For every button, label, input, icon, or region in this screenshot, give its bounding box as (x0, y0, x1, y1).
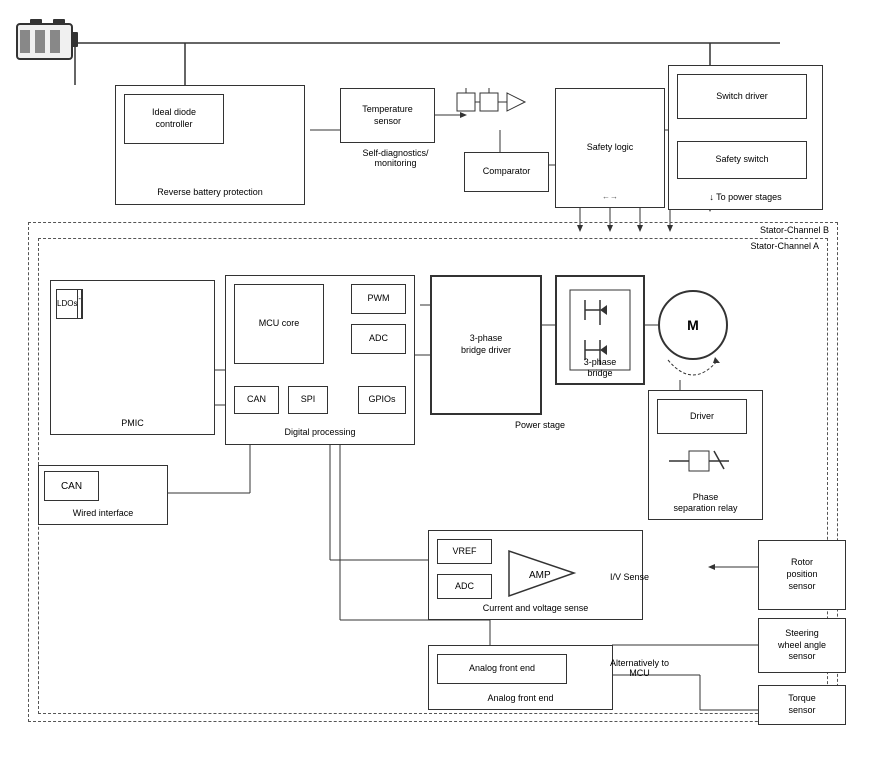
analog-front-end-label: Analog front end (429, 693, 612, 705)
pwm-block: PWM (351, 284, 406, 314)
spi-mcu-block: SPI (288, 386, 328, 414)
adc-sense-block: ADC (437, 574, 492, 599)
vref-block: VREF (437, 539, 492, 564)
reverse-battery-label: Reverse battery protection (116, 187, 304, 199)
motor-rotation-arrow (658, 355, 728, 395)
ideal-diode-block: Ideal diodecontroller Reverse battery pr… (115, 85, 305, 205)
steering-wheel-sensor-block: Steeringwheel anglesensor (758, 618, 846, 673)
diagram: Ideal diodecontroller Reverse battery pr… (0, 0, 869, 761)
torque-sensor-block: Torquesensor (758, 685, 846, 725)
stator-channel-a-label: Stator-Channel A (750, 241, 819, 253)
can-mcu-block: CAN (234, 386, 279, 414)
safety-switch-inner: Safety switch (677, 141, 807, 179)
ldos-block: LDOs (56, 289, 78, 319)
stator-channel-b-label: Stator-Channel B (760, 225, 829, 237)
switch-driver-outer: Switch driver Safety switch ↓ To power s… (668, 65, 823, 210)
ideal-diode-inner: Ideal diodecontroller (124, 94, 224, 144)
motor-block: M (658, 290, 728, 360)
driver-inner-block: Driver (657, 399, 747, 434)
analog-front-end-inner: Analog front end (437, 654, 567, 684)
amp-symbol: AMP (504, 546, 584, 601)
three-phase-driver-block: 3-phasebridge driver (430, 275, 542, 415)
temp-sensor-block: Temperaturesensor (340, 88, 435, 143)
alternatively-label: Alternatively toMCU (610, 658, 669, 678)
comparator-block: Comparator (464, 152, 549, 192)
digital-processing-label: Digital processing (226, 427, 414, 439)
pmic-block: SensorDC/DC DC/DC SPI Super-visor WDT LD… (50, 280, 215, 435)
mcu-core-block: MCU core (234, 284, 324, 364)
gpios-block: GPIOs (358, 386, 406, 414)
analog-front-end-outer: Analog front end Analog front end (428, 645, 613, 710)
self-diag-label: Self-diagnostics/monitoring (348, 148, 443, 168)
switch-driver-inner: Switch driver (677, 74, 807, 119)
phase-sep-label: Phaseseparation relay (649, 492, 762, 515)
digital-processing-block: MCU core PWM ADC CAN SPI GPIOs Digital p… (225, 275, 415, 445)
rotor-position-sensor-block: Rotorpositionsensor (758, 540, 846, 610)
to-power-stages-label: ↓ To power stages (669, 192, 822, 204)
pmic-label: PMIC (51, 418, 214, 430)
svg-text:AMP: AMP (529, 570, 551, 581)
three-phase-bridge-block: 3-phasebridge (555, 275, 645, 385)
current-voltage-label: Current and voltage sense (429, 603, 642, 615)
iv-sense-label: I/V Sense (610, 572, 649, 582)
safety-logic-block: Safety logic ←→ (555, 88, 665, 208)
wired-interface-label: Wired interface (39, 508, 167, 520)
safety-logic-label: Safety logic (587, 142, 634, 154)
relay-symbol (669, 441, 744, 481)
battery-icon (15, 12, 80, 67)
logic-gates (455, 88, 535, 143)
adc-mcu-block: ADC (351, 324, 406, 354)
can-wired-block: CAN (44, 471, 99, 501)
wired-interface-block: CAN Wired interface (38, 465, 168, 525)
phase-sep-outer: Driver Phaseseparation relay (648, 390, 763, 520)
power-stage-label: Power stage (430, 420, 650, 430)
